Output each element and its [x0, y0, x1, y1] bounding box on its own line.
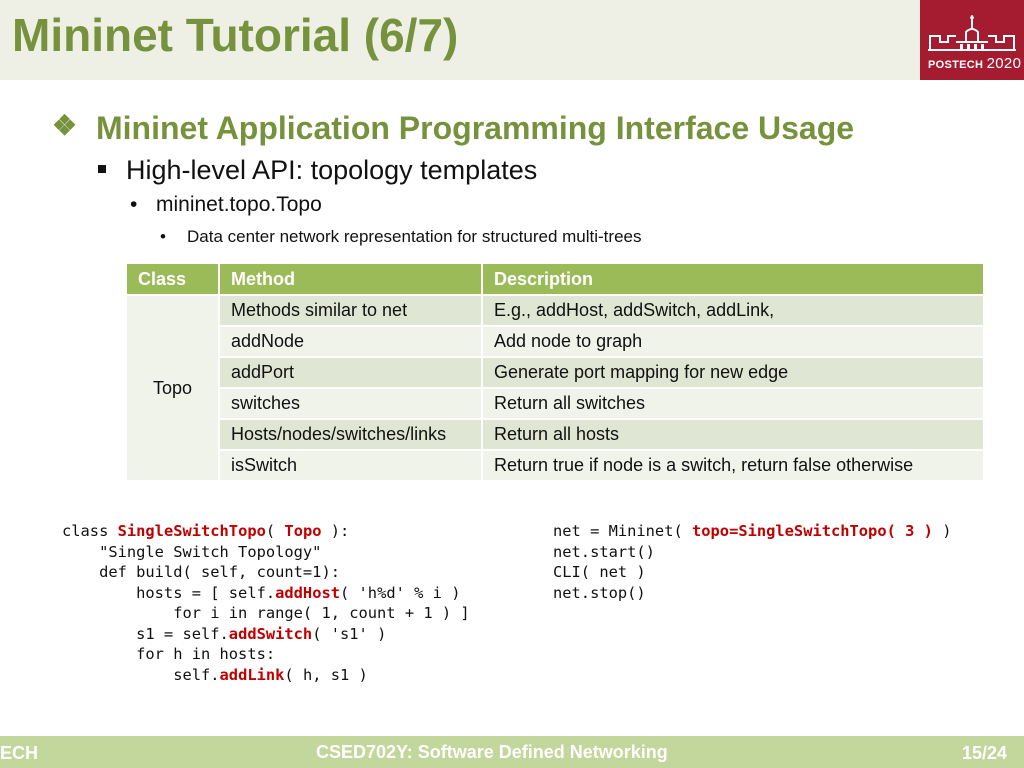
method-cell: switches: [218, 387, 483, 420]
description-cell: Add node to graph: [481, 325, 985, 358]
table-row: Hosts/nodes/switches/links Return all ho…: [126, 418, 985, 451]
code-highlight: addSwitch: [228, 624, 313, 643]
description-cell: Generate port mapping for new edge: [481, 356, 985, 389]
table-row: addPort Generate port mapping for new ed…: [126, 356, 985, 389]
postech-logo: POSTECH 2020: [920, 0, 1024, 80]
footer-left-text: ECH: [0, 743, 39, 763]
method-cell: isSwitch: [218, 449, 483, 482]
bullet-level4-text: Data center network representation for s…: [187, 227, 642, 246]
bullet-level2-text: High-level API: topology templates: [126, 155, 538, 185]
slide-title: Mininet Tutorial (6/7): [12, 9, 459, 61]
dot-bullet-icon: •: [130, 193, 138, 216]
description-cell: E.g., addHost, addSwitch, addLink,: [481, 294, 985, 327]
mininet-run-code: net = Mininet( topo=SingleSwitchTopo( 3 …: [553, 522, 952, 602]
bullet-level3-text: mininet.topo.Topo: [156, 193, 322, 216]
description-cell: Return all hosts: [481, 418, 985, 451]
title-bar: Mininet Tutorial (6/7) POSTECH 2020: [0, 0, 1024, 80]
topology-class-code: class SingleSwitchTopo( Topo ): "Single …: [62, 522, 470, 684]
class-cell: Topo: [125, 294, 220, 482]
description-cell: Return all switches: [481, 387, 985, 420]
table-row: isSwitch Return true if node is a switch…: [126, 449, 985, 482]
method-cell: addNode: [218, 325, 483, 358]
logo-brand: POSTECH: [928, 59, 984, 71]
header-class: Class: [125, 262, 220, 296]
bullet-level1-text: Mininet Application Programming Interfac…: [96, 110, 855, 146]
logo-year: 2020: [986, 55, 1022, 72]
code-highlight: addLink: [219, 665, 285, 684]
code-highlight: topo=SingleSwitchTopo( 3 ): [692, 522, 933, 540]
bullet-level1: ❖ Mininet Application Programming Interf…: [52, 110, 854, 147]
square-bullet-icon: [98, 165, 106, 173]
footer-bar: ECH CSED702Y: Software Defined Networkin…: [0, 736, 1024, 768]
code-highlight: SingleSwitchTopo: [117, 522, 266, 540]
topo-api-table: Class Method Description Topo Methods si…: [125, 262, 985, 482]
method-cell: addPort: [218, 356, 483, 389]
header-description: Description: [481, 262, 985, 296]
method-cell: Hosts/nodes/switches/links: [218, 418, 483, 451]
code-highlight: Topo: [284, 522, 322, 540]
method-cell: Methods similar to net: [218, 294, 483, 327]
campus-building-icon: [928, 15, 1016, 51]
page-number: 15/24: [962, 743, 1008, 763]
table-row: Topo Methods similar to net E.g., addHos…: [125, 294, 985, 482]
table-row: switches Return all switches: [126, 387, 985, 420]
dot-bullet-icon: •: [160, 227, 166, 246]
table-header-row: Class Method Description: [125, 262, 985, 296]
header-method: Method: [218, 262, 483, 296]
table-row: addNode Add node to graph: [126, 325, 985, 358]
footer-course-title: CSED702Y: Software Defined Networking: [316, 742, 668, 762]
code-highlight: addHost: [275, 583, 340, 602]
diamond-bullet-icon: ❖: [52, 110, 78, 141]
description-cell: Return true if node is a switch, return …: [481, 449, 985, 482]
